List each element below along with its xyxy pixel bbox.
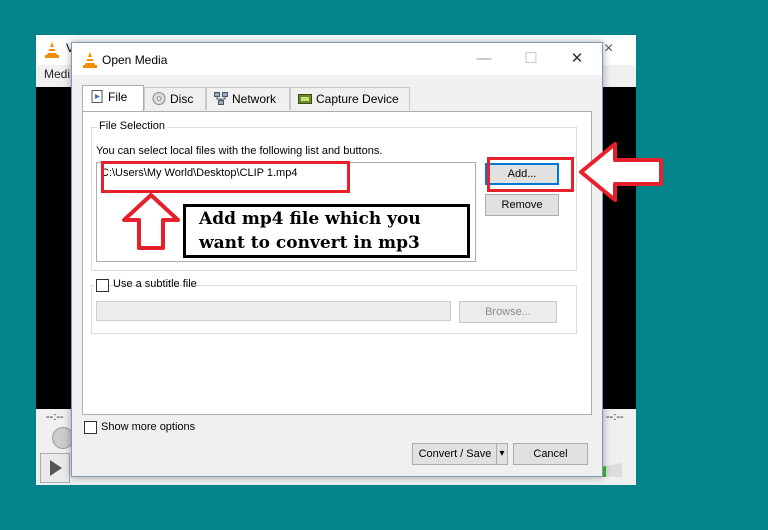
- add-button-highlight: [487, 157, 574, 192]
- network-icon: [214, 92, 228, 105]
- play-icon: [50, 460, 62, 476]
- vlc-cone-icon: [83, 52, 97, 68]
- file-path-highlight: [101, 161, 350, 193]
- convert-save-button[interactable]: Convert / Save: [412, 443, 498, 465]
- total-time: --:--: [606, 411, 624, 423]
- close-icon[interactable]: ×: [604, 40, 613, 58]
- elapsed-time: --:--: [46, 411, 64, 423]
- browse-button[interactable]: Browse...: [459, 301, 557, 323]
- file-selection-legend: File Selection: [97, 120, 168, 132]
- convert-save-dropdown[interactable]: ▾: [496, 443, 508, 465]
- arrow-left-icon: [579, 142, 663, 202]
- subtitle-checkbox-label: Use a subtitle file: [113, 278, 197, 290]
- tab-network[interactable]: Network: [206, 87, 290, 110]
- arrow-up-icon: [122, 193, 180, 250]
- disc-icon: [152, 92, 166, 105]
- subtitle-path-field[interactable]: [96, 301, 451, 321]
- show-more-options-checkbox[interactable]: [84, 421, 97, 434]
- close-button[interactable]: ✕: [554, 47, 600, 71]
- minimize-button[interactable]: —: [461, 47, 507, 71]
- file-selection-description: You can select local files with the foll…: [96, 145, 383, 157]
- subtitle-legend[interactable]: Use a subtitle file: [94, 278, 197, 294]
- show-more-options-label: Show more options: [101, 421, 196, 433]
- tab-file[interactable]: File: [82, 85, 144, 111]
- subtitle-checkbox[interactable]: [96, 279, 109, 292]
- dialog-title-bar: Open Media — ☐ ✕: [72, 43, 602, 75]
- vlc-menu-media[interactable]: Medi: [44, 67, 70, 81]
- annotation-note: Add mp4 file which you want to convert i…: [183, 204, 470, 258]
- remove-button[interactable]: Remove: [485, 194, 559, 216]
- tab-capture-device-label: Capture Device: [316, 92, 399, 106]
- tab-network-label: Network: [232, 92, 277, 106]
- annotation-line-2: want to convert in mp3: [199, 233, 420, 253]
- capture-device-icon: [298, 94, 312, 104]
- maximize-button[interactable]: ☐: [508, 47, 554, 71]
- tab-capture-device[interactable]: Capture Device: [290, 87, 410, 110]
- vlc-cone-icon: [45, 42, 59, 58]
- tab-disc-label: Disc: [170, 92, 194, 106]
- play-button[interactable]: [40, 453, 70, 483]
- cancel-button[interactable]: Cancel: [513, 443, 588, 465]
- tab-disc[interactable]: Disc: [144, 87, 206, 110]
- dialog-title: Open Media: [102, 53, 168, 67]
- tab-file-label: File: [108, 90, 128, 104]
- subtitle-group: Use a subtitle file Browse...: [91, 278, 577, 334]
- annotation-line-1: Add mp4 file which you: [199, 209, 421, 229]
- file-icon: [91, 90, 103, 103]
- open-media-dialog: Open Media — ☐ ✕ File Disc Network Captu…: [71, 42, 603, 477]
